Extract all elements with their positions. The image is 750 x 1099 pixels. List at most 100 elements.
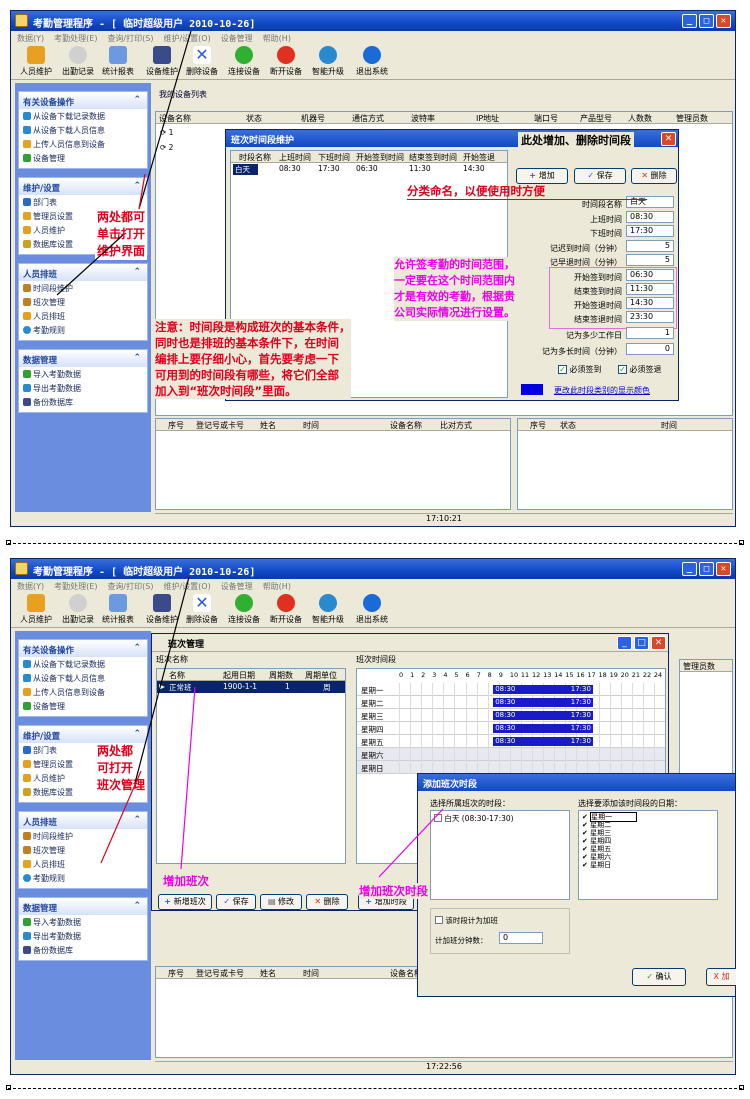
section-header[interactable]: 维护/设置 ⌃ (19, 178, 147, 195)
maximize-button[interactable]: □ (634, 636, 649, 650)
timeslot-row[interactable]: 白天 08:30 17:30 06:30 11:30 14:30 (231, 163, 507, 175)
tb-disconnect-button[interactable]: 断开设备 (267, 594, 305, 626)
sidebar-item-backup[interactable]: 备份数据库 (19, 943, 147, 957)
schedule-bar[interactable]: 08:30 17:30 (493, 724, 593, 733)
tb-exit-button[interactable]: 退出系统 (353, 594, 391, 626)
sidebar-item-department[interactable]: 部门表 (19, 195, 147, 209)
minimize-button[interactable]: _ (617, 636, 632, 650)
tb-person-button[interactable]: 人员维护 (17, 594, 55, 626)
sidebar-item-export[interactable]: 导出考勤数据 (19, 929, 147, 943)
day-checkbox[interactable]: ✔ 星期三 (582, 829, 611, 837)
menu-help[interactable]: 帮助(H) (263, 34, 291, 43)
minutes-field[interactable]: 0 (626, 343, 674, 355)
tb-person-button[interactable]: 人员维护 (17, 46, 55, 78)
section-header[interactable]: 有关设备操作 ⌃ (19, 92, 147, 109)
edit-button[interactable]: ▤ 修改 (260, 894, 302, 910)
collapse-icon[interactable]: ⌃ (133, 901, 141, 911)
must-checkin-checkbox[interactable]: ✓ 必须签到 (558, 364, 602, 375)
tb-upgrade-button[interactable]: 智能升级 (309, 46, 347, 78)
hour-cell (554, 748, 556, 761)
field-label: 记为多长时间（分钟） (542, 347, 622, 356)
checkin-start-field[interactable]: 06:30 (626, 269, 674, 281)
minimize-button[interactable]: _ (682, 14, 697, 28)
hour-label: 4 (443, 671, 448, 679)
collapse-icon[interactable]: ⌃ (133, 353, 141, 363)
checkout-start-field[interactable]: 14:30 (626, 297, 674, 309)
hour-cell (642, 696, 644, 709)
sidebar-item-download-users[interactable]: 从设备下载人员信息 (19, 123, 147, 137)
sidebar-item-scheduling[interactable]: 人员排班 (19, 309, 147, 323)
menu-data[interactable]: 数据(Y) (17, 34, 44, 43)
sidebar-item-import[interactable]: 导入考勤数据 (19, 367, 147, 381)
delete-button[interactable]: ✕ 删除 (306, 894, 348, 910)
bar-start-label: 08:30 (495, 698, 516, 706)
sidebar-item-upload-users[interactable]: 上传人员信息到设备 (19, 137, 147, 151)
new-shift-button[interactable]: + 新增班次 (158, 894, 212, 910)
day-checkbox[interactable]: ✔ 星期日 (582, 861, 611, 869)
maximize-button[interactable]: □ (699, 14, 714, 28)
menu-attendance[interactable]: 考勤处理(E) (54, 34, 97, 43)
late-minutes-field[interactable]: 5 (626, 240, 674, 252)
change-color-link[interactable]: 更改此时段类别的显示颜色 (554, 385, 650, 396)
status-grid: 序号 状态 时间 (517, 418, 733, 510)
tb-exit-button[interactable]: 退出系统 (353, 46, 391, 78)
checkin-end-field[interactable]: 11:30 (626, 283, 674, 295)
section-header[interactable]: 数据管理 ⌃ (19, 350, 147, 367)
day-checkbox[interactable]: ✔ 星期五 (582, 845, 611, 853)
must-checkout-checkbox[interactable]: ✓ 必须签退 (618, 364, 662, 375)
menu-data[interactable]: 数据(Y) (17, 582, 44, 591)
save-button[interactable]: ✓ 保存 (216, 894, 256, 910)
sidebar-item-export[interactable]: 导出考勤数据 (19, 381, 147, 395)
name-field[interactable]: 白天 (626, 196, 674, 208)
end-time-field[interactable]: 17:30 (626, 225, 674, 237)
close-button[interactable]: ✕ (716, 14, 731, 28)
tb-connect-button[interactable]: 连接设备 (225, 594, 263, 626)
section-header[interactable]: 数据管理 ⌃ (19, 898, 147, 915)
minimize-button[interactable]: _ (682, 562, 697, 576)
workdays-field[interactable]: 1 (626, 327, 674, 339)
checkout-end-field[interactable]: 23:30 (626, 311, 674, 323)
day-label: 星期三 (590, 829, 612, 837)
schedule-bar[interactable]: 08:30 17:30 (493, 711, 593, 720)
power-icon (363, 594, 381, 612)
start-time-field[interactable]: 08:30 (626, 211, 674, 223)
tb-disconnect-button[interactable]: 断开设备 (267, 46, 305, 78)
close-button[interactable]: ✕ (651, 636, 666, 650)
sidebar-item-backup[interactable]: 备份数据库 (19, 395, 147, 409)
cancel-button[interactable]: X 加 (706, 968, 736, 986)
day-checkbox[interactable]: ✔ 星期六 (582, 853, 611, 861)
tb-upgrade-button[interactable]: 智能升级 (309, 594, 347, 626)
day-checkbox[interactable]: ✔ 星期一 (582, 812, 638, 822)
backup-icon (23, 398, 31, 406)
sidebar-item-rules[interactable]: 考勤规则 (19, 871, 147, 885)
tb-records-button[interactable]: 出勤记录 (59, 46, 97, 78)
add-button[interactable]: + 增加 (516, 168, 568, 184)
schedule-bar[interactable]: 08:30 17:30 (493, 685, 593, 694)
day-checkbox[interactable]: ✔ 星期二 (582, 821, 611, 829)
sidebar-item-rules[interactable]: 考勤规则 (19, 323, 147, 337)
maximize-button[interactable]: □ (699, 562, 714, 576)
overtime-minutes-field[interactable]: 0 (499, 932, 543, 944)
hour-cell (487, 722, 489, 735)
menu-device[interactable]: 设备管理 (221, 34, 253, 43)
sidebar-item-device-mgmt[interactable]: 设备管理 (19, 151, 147, 165)
tb-connect-button[interactable]: 连接设备 (225, 46, 263, 78)
day-checkbox[interactable]: ✔ 星期四 (582, 837, 611, 845)
menu-device[interactable]: 设备管理 (221, 582, 253, 591)
arrow-lines (138, 30, 192, 210)
confirm-button[interactable]: ✓ 确认 (632, 968, 686, 986)
sidebar-item-import[interactable]: 导入考勤数据 (19, 915, 147, 929)
save-button[interactable]: ✓ 保存 (574, 168, 626, 184)
menu-help[interactable]: 帮助(H) (263, 582, 291, 591)
schedule-bar[interactable]: 08:30 17:30 (493, 737, 593, 746)
close-button[interactable]: ✕ (661, 132, 676, 146)
sidebar-item-download-records[interactable]: 从设备下载记录数据 (19, 109, 147, 123)
timeslot-icon (23, 284, 31, 292)
schedule-bar[interactable]: 08:30 17:30 (493, 698, 593, 707)
overtime-checkbox[interactable]: 该时段计为加班 (435, 915, 498, 926)
collapse-icon[interactable]: ⌃ (133, 267, 141, 277)
timeslot-icon (23, 832, 31, 840)
early-minutes-field[interactable]: 5 (626, 254, 674, 266)
delete-button[interactable]: ✕ 删除 (631, 168, 677, 184)
close-button[interactable]: ✕ (716, 562, 731, 576)
